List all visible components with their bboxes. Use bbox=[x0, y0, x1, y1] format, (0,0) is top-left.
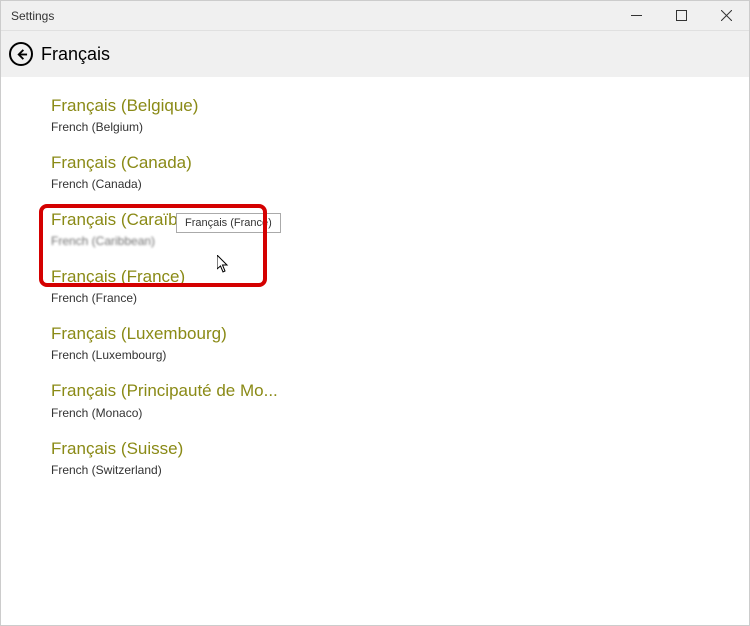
language-item-luxembourg[interactable]: Français (Luxembourg) French (Luxembourg… bbox=[51, 323, 749, 362]
titlebar: Settings bbox=[1, 1, 749, 31]
back-button[interactable] bbox=[9, 42, 33, 66]
language-item-switzerland[interactable]: Français (Suisse) French (Switzerland) bbox=[51, 438, 749, 477]
language-item-canada[interactable]: Français (Canada) French (Canada) bbox=[51, 152, 749, 191]
page-title: Français bbox=[41, 44, 110, 65]
tooltip: Français (France) bbox=[176, 213, 281, 233]
cursor-icon bbox=[217, 255, 231, 278]
maximize-button[interactable] bbox=[659, 1, 704, 31]
language-native-label: Français (Caraïbe) bbox=[51, 209, 749, 231]
window-controls bbox=[614, 1, 749, 31]
language-english-label: French (France) bbox=[51, 291, 749, 305]
minimize-button[interactable] bbox=[614, 1, 659, 31]
page-header: Français bbox=[1, 31, 749, 77]
window-title: Settings bbox=[1, 9, 614, 23]
language-native-label: Français (France) bbox=[51, 266, 749, 288]
language-english-label: French (Switzerland) bbox=[51, 463, 749, 477]
language-english-label: French (Belgium) bbox=[51, 120, 749, 134]
language-native-label: Français (Canada) bbox=[51, 152, 749, 174]
language-item-france[interactable]: Français (France) French (France) bbox=[51, 266, 749, 305]
language-english-label: French (Luxembourg) bbox=[51, 348, 749, 362]
language-native-label: Français (Principauté de Mo... bbox=[51, 380, 749, 402]
language-item-monaco[interactable]: Français (Principauté de Mo... French (M… bbox=[51, 380, 749, 419]
language-native-label: Français (Belgique) bbox=[51, 95, 749, 117]
settings-window: Settings Français Français (Belgique) Fr… bbox=[0, 0, 750, 626]
language-item-belgium[interactable]: Français (Belgique) French (Belgium) bbox=[51, 95, 749, 134]
language-english-label: French (Monaco) bbox=[51, 406, 749, 420]
language-english-label: French (Caribbean) bbox=[51, 234, 749, 248]
language-native-label: Français (Luxembourg) bbox=[51, 323, 749, 345]
language-item-caribbean[interactable]: Français (Caraïbe) French (Caribbean) bbox=[51, 209, 749, 248]
language-native-label: Français (Suisse) bbox=[51, 438, 749, 460]
language-list: Français (Belgique) French (Belgium) Fra… bbox=[1, 77, 749, 625]
close-button[interactable] bbox=[704, 1, 749, 31]
language-english-label: French (Canada) bbox=[51, 177, 749, 191]
